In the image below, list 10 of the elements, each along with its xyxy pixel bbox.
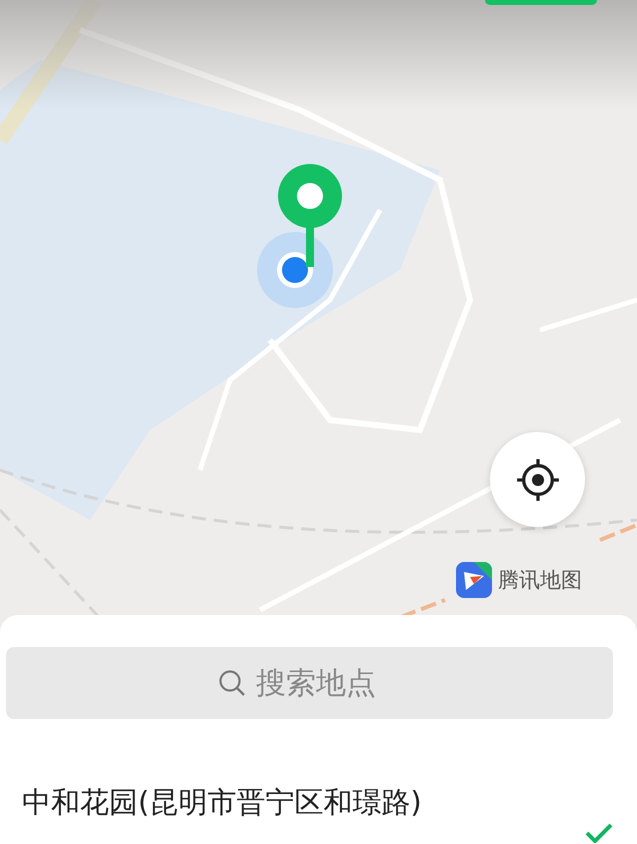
crosshair-icon [516, 458, 560, 502]
search-field[interactable]: 搜索地点 [6, 647, 613, 719]
map-pin-icon [277, 163, 343, 269]
place-name: 中和花园(昆明市晋宁区和璟路) [22, 784, 422, 821]
result-item[interactable]: 中和花园(昆明市晋宁区和璟路) [6, 783, 613, 843]
check-icon [585, 823, 613, 843]
search-icon [218, 669, 246, 697]
location-dot-icon [255, 230, 335, 310]
logo-text: 腾讯地图 [498, 567, 582, 594]
logo-icon [456, 562, 492, 598]
